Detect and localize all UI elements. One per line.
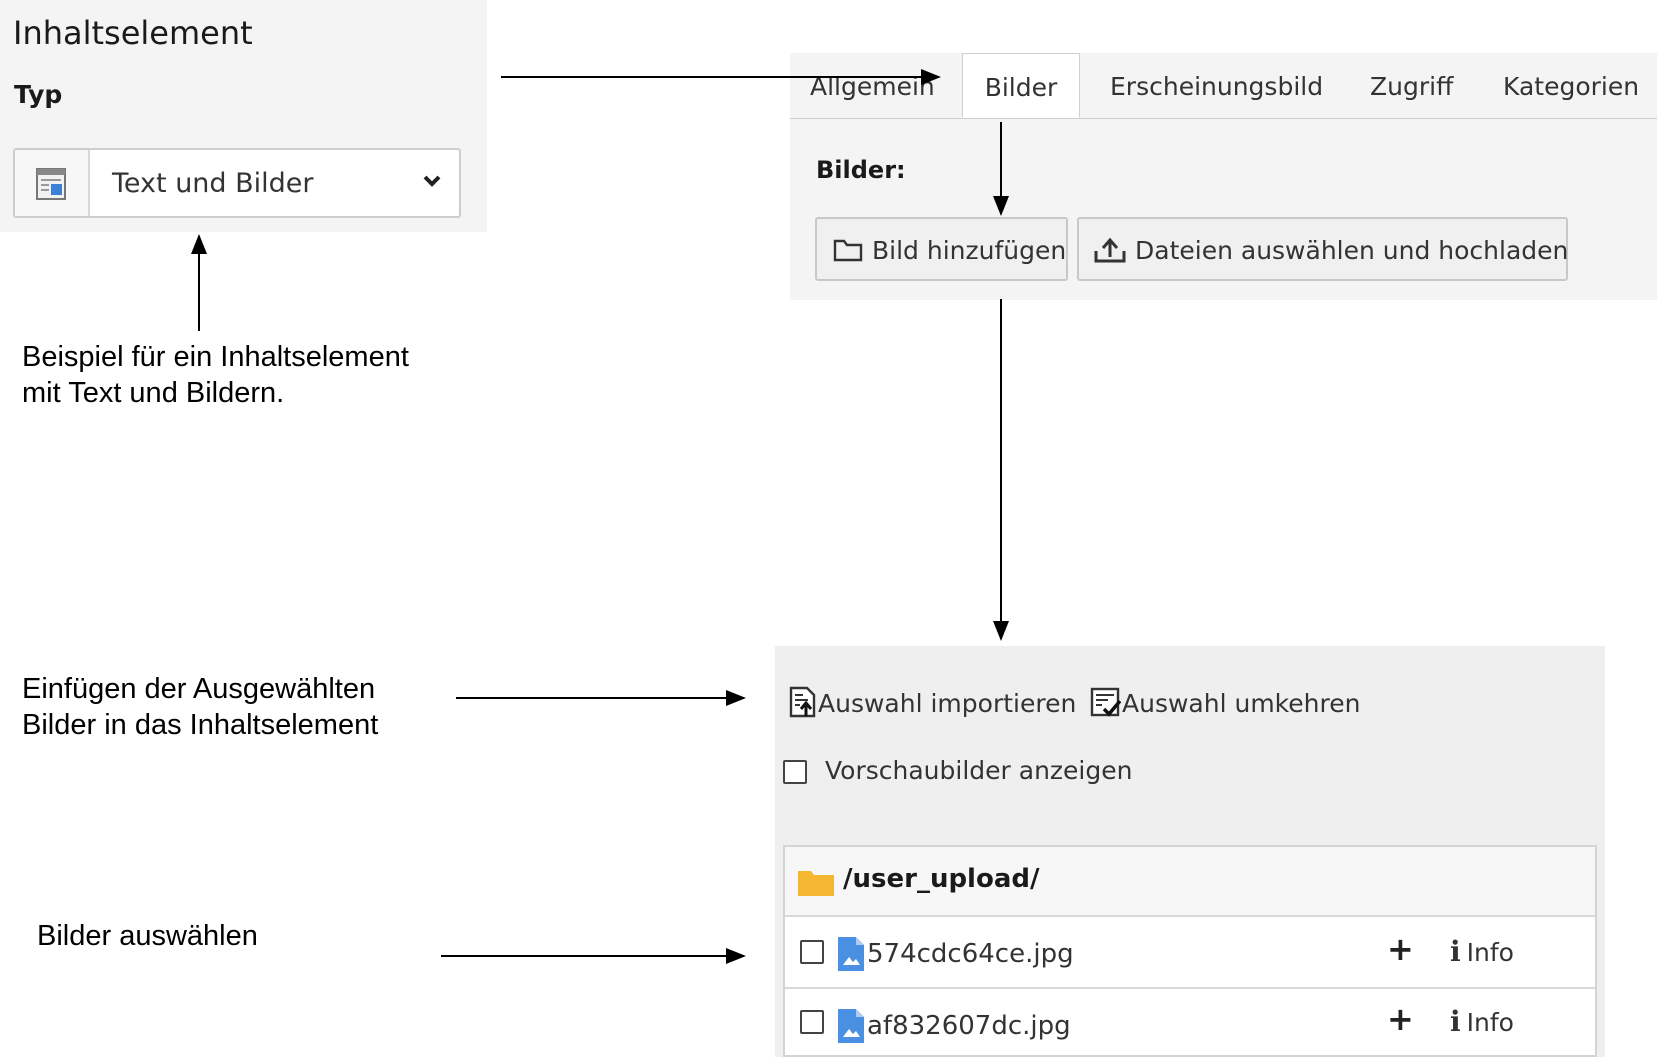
annotation-arrows bbox=[191, 69, 1009, 964]
